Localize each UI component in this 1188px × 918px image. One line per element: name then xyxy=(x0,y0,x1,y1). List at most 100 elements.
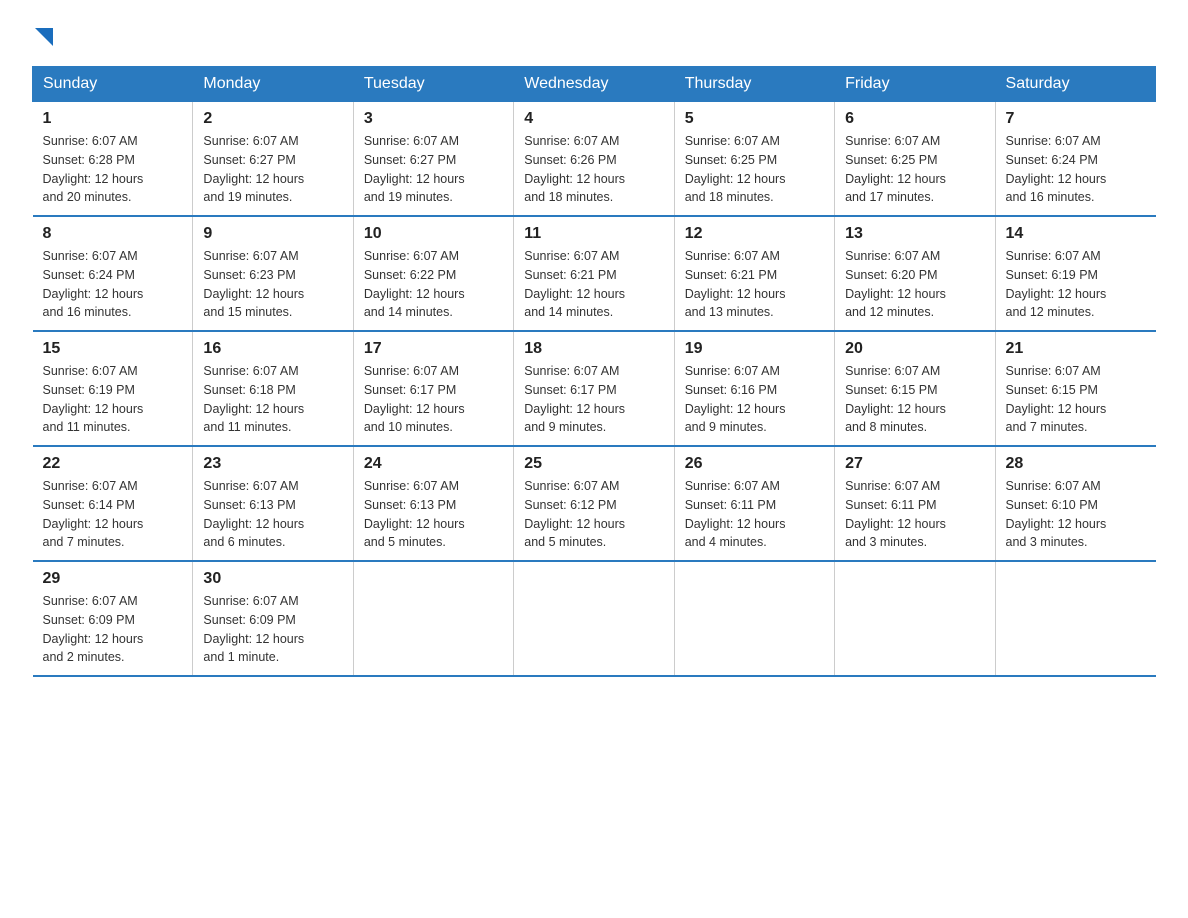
calendar-cell: 3 Sunrise: 6:07 AMSunset: 6:27 PMDaylight… xyxy=(353,102,513,217)
calendar-cell xyxy=(514,561,674,676)
calendar-header: SundayMondayTuesdayWednesdayThursdayFrid… xyxy=(33,67,1156,102)
day-number: 17 xyxy=(364,340,503,358)
day-info: Sunrise: 6:07 AMSunset: 6:27 PMDaylight:… xyxy=(364,132,503,207)
calendar-cell: 20 Sunrise: 6:07 AMSunset: 6:15 PMDayligh… xyxy=(835,331,995,446)
day-number: 5 xyxy=(685,110,824,128)
day-number: 28 xyxy=(1006,455,1146,473)
day-number: 11 xyxy=(524,225,663,243)
calendar-cell: 26 Sunrise: 6:07 AMSunset: 6:11 PMDayligh… xyxy=(674,446,834,561)
day-number: 8 xyxy=(43,225,183,243)
day-info: Sunrise: 6:07 AMSunset: 6:24 PMDaylight:… xyxy=(1006,132,1146,207)
page-header xyxy=(32,24,1156,46)
day-number: 26 xyxy=(685,455,824,473)
weekday-header-friday: Friday xyxy=(835,67,995,102)
day-number: 24 xyxy=(364,455,503,473)
weekday-header-thursday: Thursday xyxy=(674,67,834,102)
calendar-cell: 21 Sunrise: 6:07 AMSunset: 6:15 PMDayligh… xyxy=(995,331,1155,446)
calendar-cell: 14 Sunrise: 6:07 AMSunset: 6:19 PMDayligh… xyxy=(995,216,1155,331)
day-number: 14 xyxy=(1006,225,1146,243)
calendar-cell: 30 Sunrise: 6:07 AMSunset: 6:09 PMDayligh… xyxy=(193,561,353,676)
weekday-header-wednesday: Wednesday xyxy=(514,67,674,102)
calendar-cell xyxy=(835,561,995,676)
calendar-cell: 25Sunrise: 6:07 AMSunset: 6:12 PMDayligh… xyxy=(514,446,674,561)
day-number: 20 xyxy=(845,340,984,358)
day-number: 21 xyxy=(1006,340,1146,358)
day-number: 6 xyxy=(845,110,984,128)
day-info: Sunrise: 6:07 AMSunset: 6:09 PMDaylight:… xyxy=(203,592,342,667)
day-info: Sunrise: 6:07 AMSunset: 6:15 PMDaylight:… xyxy=(1006,362,1146,437)
day-info: Sunrise: 6:07 AMSunset: 6:13 PMDaylight:… xyxy=(203,477,342,552)
calendar-cell: 23 Sunrise: 6:07 AMSunset: 6:13 PMDayligh… xyxy=(193,446,353,561)
day-number: 1 xyxy=(43,110,183,128)
day-info: Sunrise: 6:07 AMSunset: 6:21 PMDaylight:… xyxy=(524,247,663,322)
calendar-cell: 6Sunrise: 6:07 AMSunset: 6:25 PMDaylight… xyxy=(835,102,995,217)
day-number: 3 xyxy=(364,110,503,128)
day-number: 27 xyxy=(845,455,984,473)
day-info: Sunrise: 6:07 AMSunset: 6:26 PMDaylight:… xyxy=(524,132,663,207)
calendar-cell: 27 Sunrise: 6:07 AMSunset: 6:11 PMDayligh… xyxy=(835,446,995,561)
calendar-cell: 1 Sunrise: 6:07 AMSunset: 6:28 PMDaylight… xyxy=(33,102,193,217)
calendar-cell: 12 Sunrise: 6:07 AMSunset: 6:21 PMDayligh… xyxy=(674,216,834,331)
day-number: 7 xyxy=(1006,110,1146,128)
day-number: 9 xyxy=(203,225,342,243)
day-info: Sunrise: 6:07 AMSunset: 6:19 PMDaylight:… xyxy=(1006,247,1146,322)
calendar-cell xyxy=(674,561,834,676)
calendar-body: 1 Sunrise: 6:07 AMSunset: 6:28 PMDaylight… xyxy=(33,102,1156,677)
day-info: Sunrise: 6:07 AMSunset: 6:10 PMDaylight:… xyxy=(1006,477,1146,552)
calendar-cell: 10 Sunrise: 6:07 AMSunset: 6:22 PMDayligh… xyxy=(353,216,513,331)
day-info: Sunrise: 6:07 AMSunset: 6:13 PMDaylight:… xyxy=(364,477,503,552)
day-info: Sunrise: 6:07 AMSunset: 6:23 PMDaylight:… xyxy=(203,247,342,322)
day-info: Sunrise: 6:07 AMSunset: 6:19 PMDaylight:… xyxy=(43,362,183,437)
day-info: Sunrise: 6:07 AMSunset: 6:17 PMDaylight:… xyxy=(524,362,663,437)
day-number: 16 xyxy=(203,340,342,358)
day-number: 23 xyxy=(203,455,342,473)
calendar-cell: 8Sunrise: 6:07 AMSunset: 6:24 PMDaylight… xyxy=(33,216,193,331)
weekday-header-monday: Monday xyxy=(193,67,353,102)
calendar-cell xyxy=(353,561,513,676)
calendar-cell: 29 Sunrise: 6:07 AMSunset: 6:09 PMDayligh… xyxy=(33,561,193,676)
day-info: Sunrise: 6:07 AMSunset: 6:27 PMDaylight:… xyxy=(203,132,342,207)
calendar-cell: 7 Sunrise: 6:07 AMSunset: 6:24 PMDaylight… xyxy=(995,102,1155,217)
calendar-cell: 19Sunrise: 6:07 AMSunset: 6:16 PMDayligh… xyxy=(674,331,834,446)
logo xyxy=(32,24,53,46)
day-number: 25 xyxy=(524,455,663,473)
calendar-cell: 13Sunrise: 6:07 AMSunset: 6:20 PMDayligh… xyxy=(835,216,995,331)
weekday-header-tuesday: Tuesday xyxy=(353,67,513,102)
day-info: Sunrise: 6:07 AMSunset: 6:21 PMDaylight:… xyxy=(685,247,824,322)
day-info: Sunrise: 6:07 AMSunset: 6:11 PMDaylight:… xyxy=(685,477,824,552)
day-info: Sunrise: 6:07 AMSunset: 6:11 PMDaylight:… xyxy=(845,477,984,552)
calendar-cell: 18Sunrise: 6:07 AMSunset: 6:17 PMDayligh… xyxy=(514,331,674,446)
day-info: Sunrise: 6:07 AMSunset: 6:09 PMDaylight:… xyxy=(43,592,183,667)
day-info: Sunrise: 6:07 AMSunset: 6:17 PMDaylight:… xyxy=(364,362,503,437)
day-number: 15 xyxy=(43,340,183,358)
calendar-cell: 28 Sunrise: 6:07 AMSunset: 6:10 PMDayligh… xyxy=(995,446,1155,561)
day-number: 10 xyxy=(364,225,503,243)
day-info: Sunrise: 6:07 AMSunset: 6:15 PMDaylight:… xyxy=(845,362,984,437)
day-info: Sunrise: 6:07 AMSunset: 6:16 PMDaylight:… xyxy=(685,362,824,437)
calendar-cell: 2Sunrise: 6:07 AMSunset: 6:27 PMDaylight… xyxy=(193,102,353,217)
day-info: Sunrise: 6:07 AMSunset: 6:22 PMDaylight:… xyxy=(364,247,503,322)
day-info: Sunrise: 6:07 AMSunset: 6:20 PMDaylight:… xyxy=(845,247,984,322)
calendar-cell: 16 Sunrise: 6:07 AMSunset: 6:18 PMDayligh… xyxy=(193,331,353,446)
calendar-cell: 24 Sunrise: 6:07 AMSunset: 6:13 PMDayligh… xyxy=(353,446,513,561)
day-info: Sunrise: 6:07 AMSunset: 6:18 PMDaylight:… xyxy=(203,362,342,437)
day-number: 30 xyxy=(203,570,342,588)
weekday-header-saturday: Saturday xyxy=(995,67,1155,102)
calendar-cell xyxy=(995,561,1155,676)
day-info: Sunrise: 6:07 AMSunset: 6:25 PMDaylight:… xyxy=(685,132,824,207)
logo-triangle-icon xyxy=(35,28,53,46)
calendar-cell: 15 Sunrise: 6:07 AMSunset: 6:19 PMDayligh… xyxy=(33,331,193,446)
calendar-cell: 9 Sunrise: 6:07 AMSunset: 6:23 PMDaylight… xyxy=(193,216,353,331)
calendar-week-row: 8Sunrise: 6:07 AMSunset: 6:24 PMDaylight… xyxy=(33,216,1156,331)
calendar-cell: 5 Sunrise: 6:07 AMSunset: 6:25 PMDaylight… xyxy=(674,102,834,217)
calendar-table: SundayMondayTuesdayWednesdayThursdayFrid… xyxy=(32,66,1156,677)
calendar-cell: 22Sunrise: 6:07 AMSunset: 6:14 PMDayligh… xyxy=(33,446,193,561)
weekday-header-sunday: Sunday xyxy=(33,67,193,102)
calendar-cell: 11 Sunrise: 6:07 AMSunset: 6:21 PMDayligh… xyxy=(514,216,674,331)
calendar-week-row: 29 Sunrise: 6:07 AMSunset: 6:09 PMDayligh… xyxy=(33,561,1156,676)
day-number: 12 xyxy=(685,225,824,243)
day-info: Sunrise: 6:07 AMSunset: 6:28 PMDaylight:… xyxy=(43,132,183,207)
calendar-cell: 17 Sunrise: 6:07 AMSunset: 6:17 PMDayligh… xyxy=(353,331,513,446)
day-number: 29 xyxy=(43,570,183,588)
calendar-week-row: 22Sunrise: 6:07 AMSunset: 6:14 PMDayligh… xyxy=(33,446,1156,561)
